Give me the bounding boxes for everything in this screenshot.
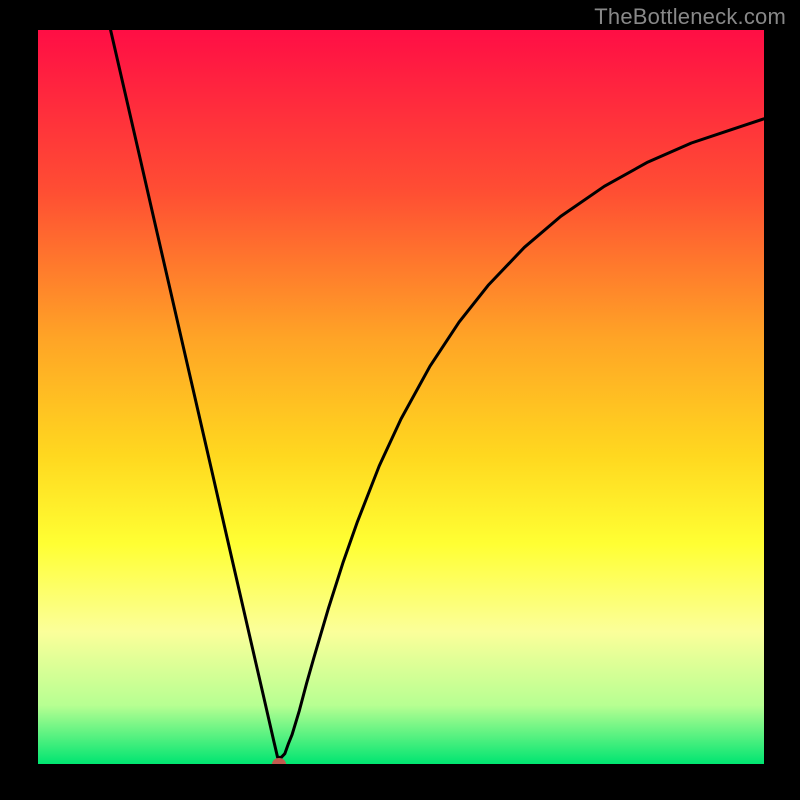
watermark-text: TheBottleneck.com	[594, 4, 786, 30]
chart-frame: TheBottleneck.com	[0, 0, 800, 800]
chart-background	[38, 30, 764, 764]
plot-area	[38, 30, 764, 764]
chart-svg	[38, 30, 764, 764]
